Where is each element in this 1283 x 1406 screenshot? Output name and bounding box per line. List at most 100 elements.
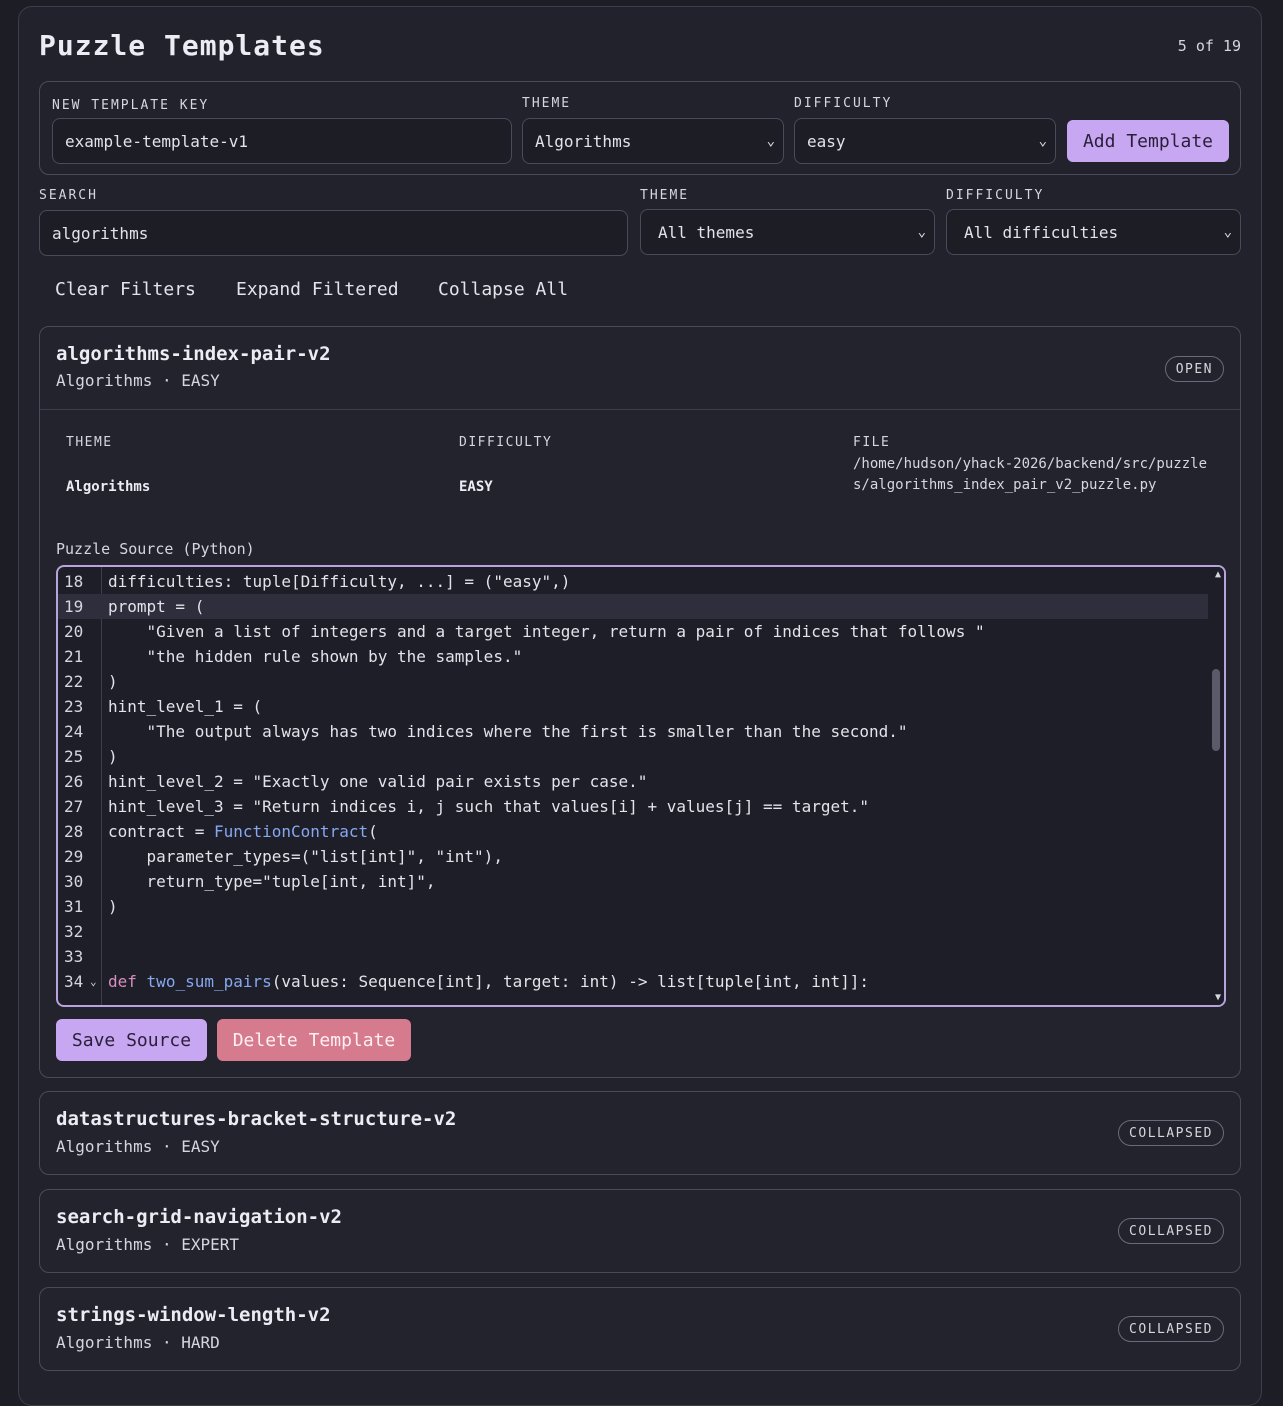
line-number: 26: [64, 772, 84, 791]
template-key[interactable]: datastructures-bracket-structure-v2: [56, 1108, 456, 1130]
code-text: hint_level_1 = (: [108, 697, 263, 716]
code-line[interactable]: 22): [58, 669, 1208, 694]
info-difficulty-value: EASY: [459, 479, 493, 495]
code-text: "Given a list of integers and a target i…: [108, 622, 985, 641]
new-theme-label: THEME: [522, 96, 572, 111]
code-line[interactable]: 33: [58, 944, 1208, 969]
template-key[interactable]: search-grid-navigation-v2: [56, 1206, 342, 1228]
template-card[interactable]: search-grid-navigation-v2 Algorithms · E…: [39, 1189, 1241, 1273]
line-number: 32: [64, 922, 84, 941]
search-value: algorithms: [52, 223, 149, 243]
code-text: prompt = (: [108, 597, 205, 616]
code-keyword-token: def: [108, 972, 137, 991]
filter-difficulty-value: All difficulties: [964, 222, 1119, 242]
code-function-token: two_sum_pairs: [146, 972, 272, 991]
scroll-down-icon[interactable]: ▼: [1215, 992, 1221, 1003]
info-theme-value: Algorithms: [66, 479, 151, 495]
status-badge[interactable]: COLLAPSED: [1118, 1120, 1224, 1146]
template-card-open: algorithms-index-pair-v2 Algorithms · EA…: [39, 326, 1241, 1078]
new-template-key-input[interactable]: example-template-v1: [52, 118, 512, 164]
code-editor[interactable]: 18 difficulties: tuple[Difficulty, ...] =…: [56, 565, 1226, 1007]
code-line[interactable]: 31): [58, 894, 1208, 919]
code-text: ): [108, 672, 118, 691]
line-number: 25: [64, 747, 84, 766]
fold-chevron-icon[interactable]: ⌄: [90, 969, 97, 994]
new-difficulty-select[interactable]: easy ⌄: [794, 118, 1056, 164]
line-number: 23: [64, 697, 84, 716]
code-line[interactable]: 19 prompt = (: [58, 594, 1208, 619]
collapse-all-button[interactable]: Collapse All: [438, 279, 568, 300]
code-line[interactable]: 30 return_type="tuple[int, int]",: [58, 869, 1208, 894]
save-source-button[interactable]: Save Source: [56, 1019, 207, 1061]
delete-template-button[interactable]: Delete Template: [217, 1019, 411, 1061]
code-text: parameter_types=("list[int]", "int"),: [108, 847, 503, 866]
template-card[interactable]: strings-window-length-v2 Algorithms · HA…: [39, 1287, 1241, 1371]
add-template-button[interactable]: Add Template: [1067, 120, 1229, 162]
status-badge[interactable]: COLLAPSED: [1118, 1218, 1224, 1244]
code-line[interactable]: 20 "Given a list of integers and a targe…: [58, 619, 1208, 644]
new-template-form: NEW TEMPLATE KEY example-template-v1 THE…: [39, 81, 1241, 175]
filter-theme-value: All themes: [658, 222, 755, 242]
template-meta: Algorithms · EASY: [56, 1137, 220, 1156]
code-line[interactable]: 23 hint_level_1 = (: [58, 694, 1208, 719]
scrollbar-thumb[interactable]: [1212, 669, 1220, 751]
code-line[interactable]: 25): [58, 744, 1208, 769]
scrollbar[interactable]: ▲ ▼: [1208, 567, 1224, 1005]
code-line[interactable]: 26 hint_level_2 = "Exactly one valid pair…: [58, 769, 1208, 794]
info-theme-label: THEME: [66, 435, 113, 450]
clear-filters-button[interactable]: Clear Filters: [55, 279, 196, 300]
chevron-down-icon: ⌄: [917, 224, 926, 240]
template-card[interactable]: datastructures-bracket-structure-v2 Algo…: [39, 1091, 1241, 1175]
code-line[interactable]: 28 contract = FunctionContract(: [58, 819, 1208, 844]
filter-difficulty-label: DIFFICULTY: [946, 188, 1045, 203]
code-line[interactable]: 21 "the hidden rule shown by the samples…: [58, 644, 1208, 669]
line-number: 21: [64, 647, 84, 666]
code-text: difficulties: tuple[Difficulty, ...] = (…: [108, 572, 571, 591]
search-label: SEARCH: [39, 188, 98, 203]
code-text: "The output always has two indices where…: [108, 722, 908, 741]
code-text: ): [108, 897, 118, 916]
code-text: hint_level_2 = "Exactly one valid pair e…: [108, 772, 648, 791]
line-number: 31: [64, 897, 84, 916]
line-number: 33: [64, 947, 84, 966]
code-line[interactable]: 27 hint_level_3 = "Return indices i, j su…: [58, 794, 1208, 819]
new-template-key-label: NEW TEMPLATE KEY: [52, 98, 210, 113]
line-number: 20: [64, 622, 84, 641]
line-number: 29: [64, 847, 84, 866]
line-number: 30: [64, 872, 84, 891]
new-theme-value: Algorithms: [535, 131, 632, 151]
code-line[interactable]: 34 ⌄ def two_sum_pairs(values: Sequence[in…: [58, 969, 1208, 994]
search-input[interactable]: algorithms: [39, 210, 628, 256]
line-number: 19: [64, 597, 84, 616]
template-key[interactable]: algorithms-index-pair-v2: [56, 343, 331, 365]
scroll-up-icon[interactable]: ▲: [1215, 569, 1221, 580]
status-badge[interactable]: OPEN: [1164, 356, 1224, 382]
code-text: ): [108, 747, 118, 766]
line-number: 22: [64, 672, 84, 691]
line-number: 27: [64, 797, 84, 816]
new-template-key-value: example-template-v1: [65, 131, 249, 151]
template-key[interactable]: strings-window-length-v2: [56, 1304, 331, 1326]
code-line[interactable]: 24 "The output always has two indices wh…: [58, 719, 1208, 744]
code-line[interactable]: 29 parameter_types=("list[int]", "int"),: [58, 844, 1208, 869]
chevron-down-icon: ⌄: [1223, 224, 1232, 240]
code-line[interactable]: 32: [58, 919, 1208, 944]
page-title: Puzzle Templates: [39, 29, 325, 62]
code-token: contract =: [108, 822, 214, 841]
code-text: hint_level_3 = "Return indices i, j such…: [108, 797, 869, 816]
code-text: return_type="tuple[int, int]",: [108, 872, 436, 891]
status-badge[interactable]: COLLAPSED: [1118, 1316, 1224, 1342]
code-text: def two_sum_pairs(values: Sequence[int],…: [108, 969, 869, 994]
template-meta: Algorithms · EASY: [56, 371, 220, 390]
code-token: (: [368, 822, 378, 841]
line-number: 28: [64, 822, 84, 841]
expand-filtered-button[interactable]: Expand Filtered: [236, 279, 399, 300]
new-theme-select[interactable]: Algorithms ⌄: [522, 118, 784, 164]
filter-difficulty-select[interactable]: All difficulties ⌄: [946, 209, 1241, 255]
result-count: 5 of 19: [1177, 37, 1241, 55]
line-number: 24: [64, 722, 84, 741]
chevron-down-icon: ⌄: [766, 133, 775, 149]
filter-theme-select[interactable]: All themes ⌄: [640, 209, 935, 255]
code-line[interactable]: 18 difficulties: tuple[Difficulty, ...] =…: [58, 569, 1208, 594]
